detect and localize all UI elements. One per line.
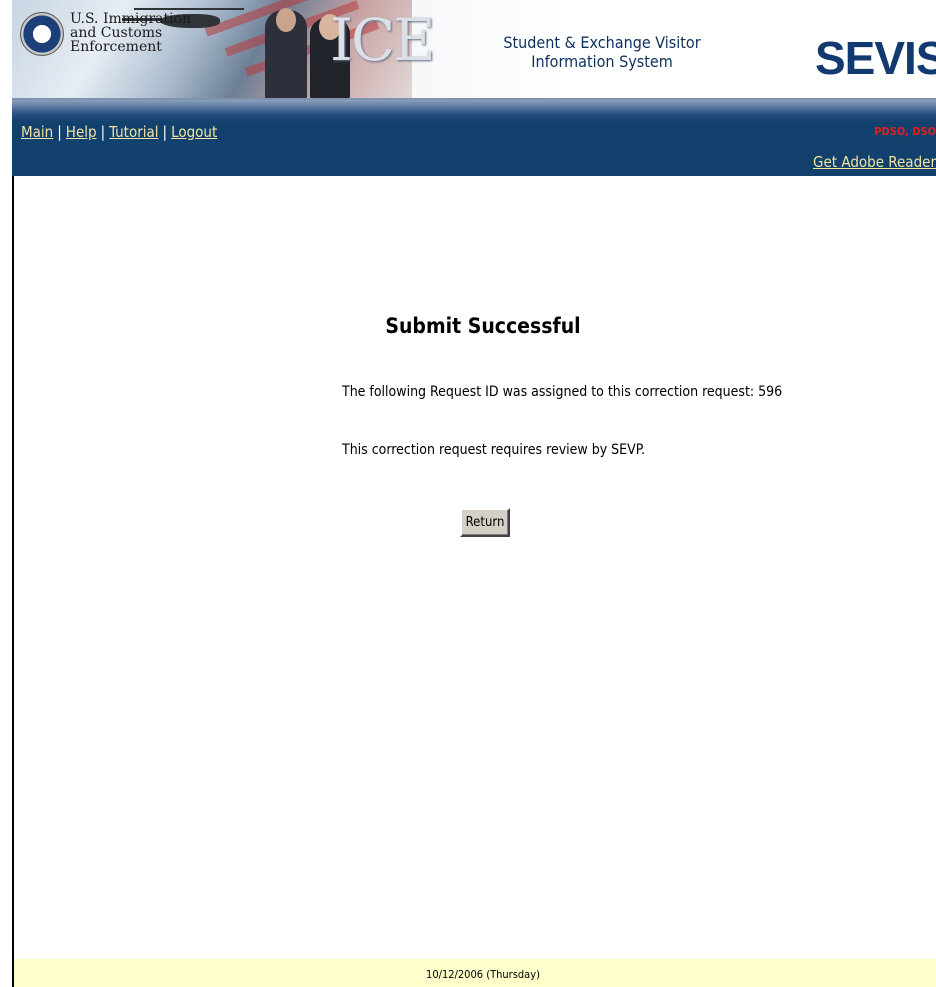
nav-link-help[interactable]: Help <box>66 123 97 141</box>
nav-link-tutorial[interactable]: Tutorial <box>109 123 158 141</box>
agent-image <box>265 8 307 98</box>
nav-bar: Main | Help | Tutorial | Logout PDSO, DSO Get … <box>12 100 936 176</box>
get-adobe-reader-link[interactable]: Get Adobe Reader <box>813 153 936 171</box>
system-name-line: Student & Exchange Visitor <box>503 33 701 52</box>
nav-links: Main | Help | Tutorial | Logout <box>21 123 217 141</box>
nav-separator: | <box>162 123 168 141</box>
footer-date: 10/12/2006 (Thursday) <box>426 968 540 981</box>
header-banner: U.S. Immigration and Customs Enforcement… <box>12 0 936 100</box>
footer: 10/12/2006 (Thursday) <box>14 959 936 987</box>
page: U.S. Immigration and Customs Enforcement… <box>0 0 936 987</box>
nav-link-logout[interactable]: Logout <box>171 123 217 141</box>
page-title: Submit Successful <box>385 314 581 338</box>
user-role-label: PDSO, DSO <box>874 125 936 138</box>
main-content: Submit Successful The following Request … <box>14 176 936 959</box>
system-name-line: Information System <box>531 52 673 71</box>
ice-logo: ICE <box>330 6 436 74</box>
request-id-message: The following Request ID was assigned to… <box>342 384 783 400</box>
nav-separator: | <box>57 123 62 141</box>
nav-separator: | <box>100 123 106 141</box>
dhs-seal-icon <box>20 12 64 56</box>
review-message: This correction request requires review … <box>342 442 646 458</box>
return-button[interactable]: Return <box>460 508 510 537</box>
nav-link-main[interactable]: Main <box>21 123 53 141</box>
sevis-logo: SEVIS <box>815 32 936 84</box>
agency-name-line: Enforcement <box>70 39 162 55</box>
